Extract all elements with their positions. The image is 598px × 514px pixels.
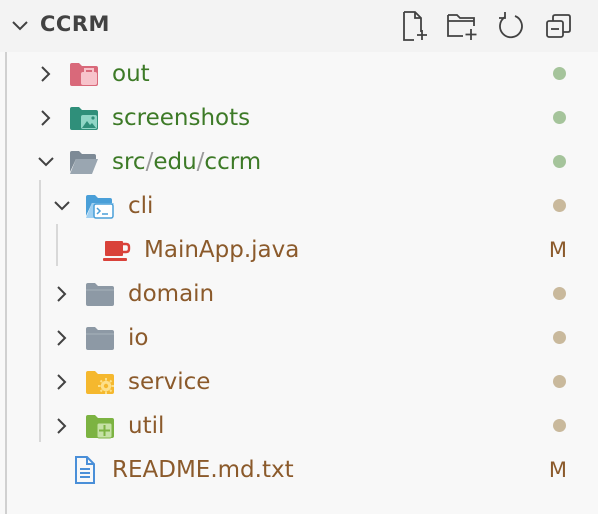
tree-item-out[interactable]: out [0,52,598,96]
file-tree: out screenshots src/edu/ccrm cli MainApp… [0,52,598,514]
folder-icon [86,327,114,350]
collapse-all-icon [546,14,571,38]
path-segment: edu [153,149,197,175]
folder-out-icon [70,63,98,86]
chevron-down-icon [38,157,54,167]
chevron-down-icon [54,201,70,211]
status-dot [553,67,566,80]
tree-item-util[interactable]: util [0,404,598,448]
chevron-right-icon [57,374,67,390]
tree-item-label: io [128,325,149,351]
tree-item-label: MainApp.java [144,237,300,263]
tree-item-domain[interactable]: domain [0,272,598,316]
explorer-title: CCRM [40,12,110,36]
status-dot [553,419,566,432]
path-segment: ccrm [204,149,262,175]
tree-item-label: domain [128,281,215,307]
tree-item-label: src/edu/ccrm [112,147,261,177]
tree-item-label: cli [128,193,154,219]
tree-item-label: screenshots [112,105,251,131]
status-dot [553,375,566,388]
new-file-icon [403,11,427,41]
new-file-button[interactable] [398,10,432,42]
status-dot [553,111,566,124]
tree-item-service[interactable]: service [0,360,598,404]
chevron-right-icon [57,330,67,346]
status-dot [553,155,566,168]
git-status-badge: M [548,238,567,262]
path-segment: src [112,149,146,175]
new-folder-button[interactable] [446,10,480,42]
java-file-icon [103,241,131,261]
tree-item-label: service [128,369,211,395]
chevron-right-icon [57,286,67,302]
status-dot [553,331,566,344]
status-dot [553,287,566,300]
tree-item-readme[interactable]: README.md.txt M [0,448,598,492]
chevron-down-icon[interactable] [8,14,32,38]
chevron-right-icon [41,110,51,126]
refresh-button[interactable] [494,10,528,42]
tree-item-label: util [128,413,165,439]
chevron-right-icon [41,66,51,82]
folder-gear-icon [86,371,114,394]
status-dot [553,199,566,212]
tree-item-screenshots[interactable]: screenshots [0,96,598,140]
tree-item-label: README.md.txt [112,457,294,483]
folder-utils-icon [86,415,114,439]
tree-item-mainapp-java[interactable]: MainApp.java M [0,228,598,272]
folder-icon [86,283,114,306]
folder-open-icon [70,151,98,174]
folder-terminal-icon [86,195,114,219]
tree-item-label: out [112,61,150,87]
explorer-panel: CCRM out screenshots src/edu/ccrm cli Ma… [0,0,598,514]
header-actions [398,10,576,42]
git-status-badge: M [548,458,567,482]
text-file-icon [75,456,95,484]
tree-item-cli[interactable]: cli [0,184,598,228]
explorer-header: CCRM [0,0,598,52]
refresh-icon [499,12,523,39]
new-folder-icon [447,14,477,40]
tree-item-src-edu-ccrm[interactable]: src/edu/ccrm [0,140,598,184]
chevron-right-icon [57,418,67,434]
collapse-all-button[interactable] [542,10,576,42]
tree-item-io[interactable]: io [0,316,598,360]
folder-images-icon [70,107,98,130]
